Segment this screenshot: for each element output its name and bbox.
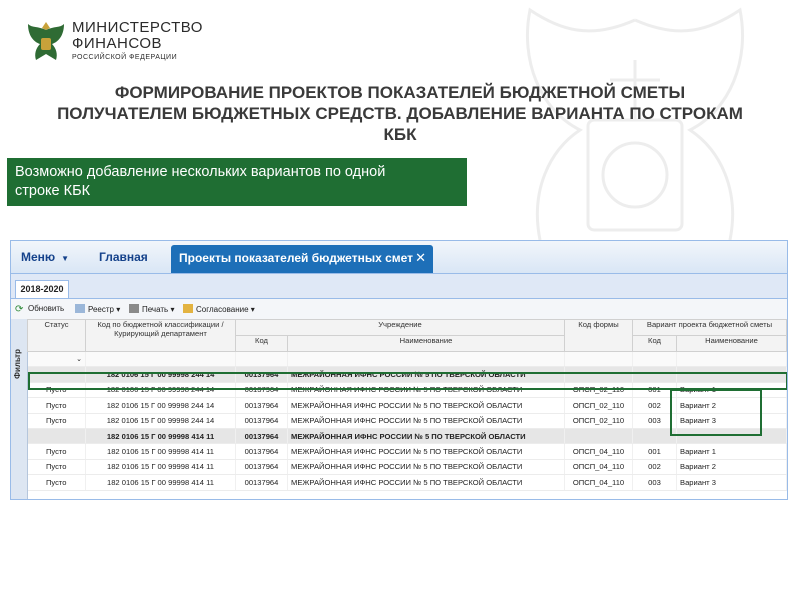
title-line3: КБК — [383, 125, 417, 144]
cell-status: Пусто — [27, 459, 86, 476]
vname-filter[interactable] — [676, 351, 787, 368]
printer-icon — [129, 304, 139, 313]
form-filter[interactable] — [564, 351, 633, 368]
print-label: Печать — [142, 305, 169, 314]
col-kbk[interactable]: Код по бюджетной классификации / Курирую… — [85, 319, 236, 352]
menu-label: Меню — [21, 250, 56, 264]
code-filter[interactable] — [235, 351, 288, 368]
col-status[interactable]: Статус — [27, 319, 86, 352]
ministry-line1: МИНИСТЕРСТВО — [72, 19, 203, 36]
caret-down-icon: ▼ — [61, 254, 70, 263]
print-button[interactable]: Печать ▾ — [129, 304, 174, 314]
cell-status: Пусто — [27, 474, 86, 491]
status-filter[interactable]: ⌄ — [27, 351, 86, 368]
col-var-code[interactable]: Код — [632, 335, 677, 352]
cell-inst-name: МЕЖРАЙОННАЯ ИФНС РОССИИ № 5 ПО ТВЕРСКОЙ … — [287, 443, 565, 460]
filter-label: Фильтр — [13, 349, 22, 379]
tab-year[interactable]: 2018-2020 — [15, 280, 69, 298]
cell-inst-name: МЕЖРАЙОННАЯ ИФНС РОССИИ № 5 ПО ТВЕРСКОЙ … — [287, 428, 565, 445]
info-callout: Возможно добавление нескольких вариантов… — [7, 158, 467, 206]
filter-panel-toggle[interactable]: Фильтр — [11, 319, 28, 499]
name-filter[interactable] — [287, 351, 565, 368]
col-var-name[interactable]: Наименование — [676, 335, 787, 352]
ministry-emblem-icon — [28, 22, 64, 60]
cell-var-name: Вариант 1 — [676, 443, 787, 460]
cell-inst-code: 00137964 — [235, 413, 288, 429]
cell-inst-code: 00137964 — [235, 474, 288, 491]
top-bar: Меню ▼ Главная Проекты показателей бюджет… — [11, 241, 787, 274]
cell-status: Пусто — [27, 443, 86, 460]
col-form-code[interactable]: Код формы — [564, 319, 633, 352]
refresh-button[interactable]: ⟳ Обновить — [15, 304, 65, 315]
cell-kbk: 182 0106 15 Г 00 99998 244 14 — [85, 397, 236, 414]
page-title: ФОРМИРОВАНИЕ ПРОЕКТОВ ПОКАЗАТЕЛЕЙ БЮДЖЕТ… — [20, 82, 780, 145]
title-line2: ПОЛУЧАТЕЛЕМ БЮДЖЕТНЫХ СРЕДСТВ. ДОБАВЛЕНИ… — [57, 104, 743, 123]
col-variant: Вариант проекта бюджетной сметы — [632, 319, 787, 336]
ministry-line2: ФИНАНСОВ — [72, 35, 163, 52]
col-inst-code[interactable]: Код — [235, 335, 288, 352]
tab-label: Проекты показателей бюджетных смет — [179, 251, 414, 265]
refresh-icon: ⟳ — [15, 304, 24, 315]
cell-inst-name: МЕЖРАЙОННАЯ ИФНС РОССИИ № 5 ПО ТВЕРСКОЙ … — [287, 474, 565, 491]
cell-form-code: ОПСП_04_110 — [564, 443, 633, 460]
cell-form-code: ОПСП_04_110 — [564, 474, 633, 491]
col-institution: Учреждение — [235, 319, 565, 336]
sub-tabs: 2018-2020 — [11, 274, 787, 299]
cell-var-code: 003 — [632, 474, 677, 491]
cell-kbk: 182 0106 15 Г 00 99998 414 11 — [85, 428, 236, 445]
cell-inst-code: 00137964 — [235, 397, 288, 414]
callout-line2: строке КБК — [15, 183, 91, 199]
table-row[interactable]: Пусто 182 0106 15 Г 00 99998 414 11 001379… — [27, 459, 787, 476]
approval-label: Согласование — [196, 305, 249, 314]
ministry-line3: РОССИЙСКОЙ ФЕДЕРАЦИИ — [72, 54, 178, 61]
tab-budget-projects[interactable]: Проекты показателей бюджетных смет ✕ — [171, 245, 433, 273]
title-line1: ФОРМИРОВАНИЕ ПРОЕКТОВ ПОКАЗАТЕЛЕЙ БЮДЖЕТ… — [114, 83, 686, 102]
col-inst-name[interactable]: Наименование — [287, 335, 565, 352]
app-window: Меню ▼ Главная Проекты показателей бюджет… — [10, 240, 788, 500]
cell-var-name: Вариант 2 — [676, 459, 787, 476]
cell-var-code: 001 — [632, 443, 677, 460]
registry-label: Реестр — [88, 305, 114, 314]
cell-kbk: 182 0106 15 Г 00 99998 414 11 — [85, 474, 236, 491]
refresh-label: Обновить — [28, 304, 65, 313]
menu-button[interactable]: Меню ▼ — [21, 250, 69, 264]
cell-inst-name: МЕЖРАЙОННАЯ ИФНС РОССИИ № 5 ПО ТВЕРСКОЙ … — [287, 397, 565, 414]
cell-var-code: 002 — [632, 459, 677, 476]
cell-status: Пусто — [27, 397, 86, 414]
close-icon[interactable]: ✕ — [415, 250, 426, 266]
registry-icon — [75, 304, 85, 313]
cell-kbk: 182 0106 15 Г 00 99998 414 11 — [85, 443, 236, 460]
vcode-filter[interactable] — [632, 351, 677, 368]
approval-icon — [183, 304, 193, 313]
ministry-name: МИНИСТЕРСТВО ФИНАНСОВ РОССИЙСКОЙ ФЕДЕРАЦ… — [72, 19, 203, 62]
variants-highlight — [670, 389, 762, 436]
cell-form-code: ОПСП_04_110 — [564, 459, 633, 476]
approval-button[interactable]: Согласование ▾ — [183, 304, 255, 314]
main-link[interactable]: Главная — [99, 250, 148, 264]
cell-status — [27, 428, 86, 445]
cell-inst-code: 00137964 — [235, 428, 288, 445]
kbk-filter[interactable] — [85, 351, 236, 368]
table-row[interactable]: Пусто 182 0106 15 Г 00 99998 414 11 001379… — [27, 443, 787, 460]
cell-var-name: Вариант 3 — [676, 474, 787, 491]
registry-button[interactable]: Реестр ▾ — [75, 304, 120, 314]
cell-inst-code: 00137964 — [235, 459, 288, 476]
cell-form-code: ОПСП_02_110 — [564, 413, 633, 429]
table-row[interactable]: Пусто 182 0106 15 Г 00 99998 414 11 001379… — [27, 474, 787, 491]
cell-kbk: 182 0106 15 Г 00 99998 244 14 — [85, 413, 236, 429]
group-row-highlight — [28, 372, 787, 390]
cell-kbk: 182 0106 15 Г 00 99998 414 11 — [85, 459, 236, 476]
callout-line1: Возможно добавление нескольких вариантов… — [15, 164, 386, 180]
cell-status: Пусто — [27, 413, 86, 429]
cell-inst-code: 00137964 — [235, 443, 288, 460]
cell-form-code — [564, 428, 633, 445]
cell-inst-name: МЕЖРАЙОННАЯ ИФНС РОССИИ № 5 ПО ТВЕРСКОЙ … — [287, 413, 565, 429]
cell-form-code: ОПСП_02_110 — [564, 397, 633, 414]
cell-inst-name: МЕЖРАЙОННАЯ ИФНС РОССИИ № 5 ПО ТВЕРСКОЙ … — [287, 459, 565, 476]
